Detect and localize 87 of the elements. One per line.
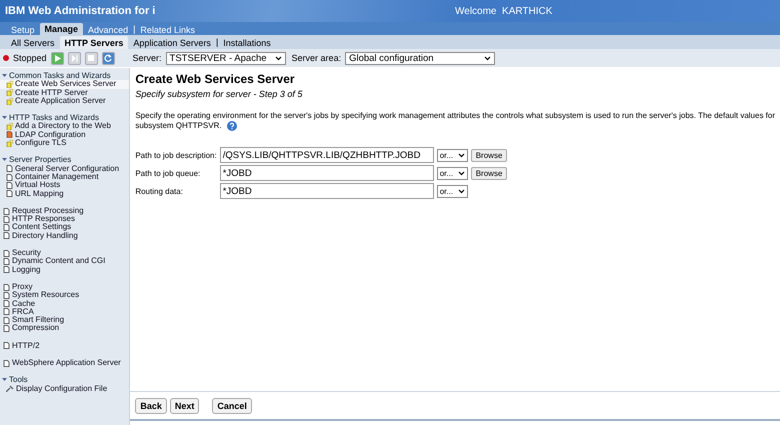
nav-item[interactable]: FRCA	[0, 308, 130, 316]
tab[interactable]: Installations	[218, 36, 276, 49]
nav-item[interactable]: HTTP/2	[0, 342, 130, 350]
description-text: Specify the operating environment for the server's jobs by specifying work management attributes the controls what subsystem is used to run the server's jobs. The default values for	[135, 111, 775, 120]
wizard-button[interactable]: Back	[135, 398, 167, 414]
section-heading[interactable]: Tools	[9, 376, 28, 385]
separator-text: |	[216, 36, 218, 49]
nav-item[interactable]: System Resources	[0, 291, 130, 300]
nav-item[interactable]: Directory Handling	[0, 232, 130, 240]
nav-item[interactable]: Display Configuration File	[0, 384, 130, 393]
nav-item[interactable]: Smart Filtering	[0, 316, 130, 324]
nav-item[interactable]: Container Management	[0, 172, 130, 182]
browse-button[interactable]: Browse	[470, 148, 508, 162]
separator-text: |	[133, 24, 136, 35]
wizard-button[interactable]: Cancel	[212, 398, 252, 414]
play-icon	[54, 54, 61, 62]
nav-item[interactable]: Add a Directory to the Web	[0, 122, 130, 131]
section-heading[interactable]: HTTP Tasks and Wizards	[9, 114, 99, 122]
wizard-button[interactable]: Next	[170, 398, 200, 414]
tab[interactable]: Manage	[40, 23, 84, 35]
chevron-down-icon	[458, 188, 465, 194]
field-label: Routing data:	[135, 186, 184, 196]
stop-icon	[88, 55, 94, 61]
tab[interactable]: Related Links	[135, 24, 200, 35]
option-dropdown[interactable]: or...	[436, 148, 468, 162]
server-dropdown[interactable]: TSTSERVER - Apache	[166, 52, 286, 64]
app-title: IBM Web Administration for i	[5, 5, 156, 17]
skip-icon	[70, 54, 78, 62]
nav-item[interactable]: Proxy	[0, 282, 130, 292]
refresh-button[interactable]	[102, 52, 115, 64]
nav-item[interactable]: General Server Configuration	[0, 164, 130, 173]
tab[interactable]: All Servers	[6, 36, 60, 49]
expanded-triangle-icon[interactable]	[2, 377, 7, 382]
section-heading[interactable]: Server Properties	[9, 156, 72, 165]
nav-item[interactable]: Create Application Server	[0, 96, 130, 106]
nav-item[interactable]: HTTP Responses	[0, 215, 130, 224]
chevron-down-icon	[484, 56, 492, 60]
nav-item[interactable]: WebSphere Application Server	[0, 359, 130, 368]
tab[interactable]: Setup	[6, 24, 40, 35]
input-field[interactable]: *JOBD	[220, 183, 434, 200]
wand-page-icon	[6, 123, 13, 130]
document-icon	[6, 131, 13, 138]
step-subtitle: Specify subsystem for server - Step 3 of 5	[135, 89, 304, 99]
chevron-down-icon	[458, 170, 465, 176]
server-area-label: Server area:	[292, 53, 342, 63]
input-field[interactable]: /QSYS.LIB/QHTTPSVR.LIB/QZHBHTTP.JOBD	[220, 147, 434, 164]
expanded-triangle-icon[interactable]	[2, 115, 7, 120]
nav-item[interactable]: Configure TLS	[0, 139, 130, 148]
nav-item[interactable]: Dynamic Content and CGI	[0, 257, 130, 266]
tab[interactable]: HTTP Servers	[60, 36, 128, 49]
server-area-dropdown[interactable]: Global configuration	[345, 52, 496, 64]
input-field[interactable]: *JOBD	[220, 165, 434, 182]
nav-item[interactable]: Create HTTP Server	[0, 88, 130, 97]
nav-item[interactable]: Logging	[0, 266, 130, 274]
expanded-triangle-icon[interactable]	[2, 73, 7, 78]
nav-item[interactable]: Request Processing	[0, 206, 130, 216]
nav-item[interactable]: Cache	[0, 300, 130, 308]
help-icon[interactable]	[226, 121, 237, 131]
wand-page-icon	[6, 140, 13, 147]
document-icon	[3, 360, 10, 367]
chevron-down-icon	[274, 56, 282, 60]
tab[interactable]: Application Servers	[128, 36, 216, 49]
tool-icon	[6, 385, 14, 392]
welcome-text: Welcome KARTHICK	[455, 6, 552, 16]
nav-item[interactable]: Create Web Services Server	[0, 80, 130, 89]
nav-item[interactable]: URL Mapping	[0, 190, 130, 198]
option-dropdown[interactable]: or...	[436, 166, 468, 180]
option-dropdown[interactable]: or...	[436, 184, 468, 198]
nav-item[interactable]: LDAP Configuration	[0, 130, 130, 140]
start-button[interactable]	[50, 52, 64, 64]
nav-item[interactable]: Security	[0, 249, 130, 258]
chevron-down-icon	[458, 152, 465, 158]
nav-item[interactable]: Compression	[0, 324, 130, 333]
refresh-icon	[104, 54, 112, 62]
tab[interactable]: Advanced	[83, 24, 134, 35]
nav-item[interactable]: Virtual Hosts	[0, 181, 130, 190]
section-heading[interactable]: Common Tasks and Wizards	[9, 72, 111, 80]
browse-button[interactable]: Browse	[470, 166, 508, 180]
nav-item[interactable]: Content Settings	[0, 223, 130, 232]
server-label: Server:	[132, 53, 162, 63]
page-title: Create Web Services Server	[135, 72, 296, 86]
field-label: Path to job queue:	[135, 168, 202, 178]
document-icon	[3, 342, 10, 350]
field-label: Path to job description:	[135, 150, 217, 160]
description-text: subsystem QHTTPSVR.	[135, 121, 222, 130]
status-text: Stopped	[13, 53, 47, 63]
expanded-triangle-icon[interactable]	[2, 157, 7, 162]
